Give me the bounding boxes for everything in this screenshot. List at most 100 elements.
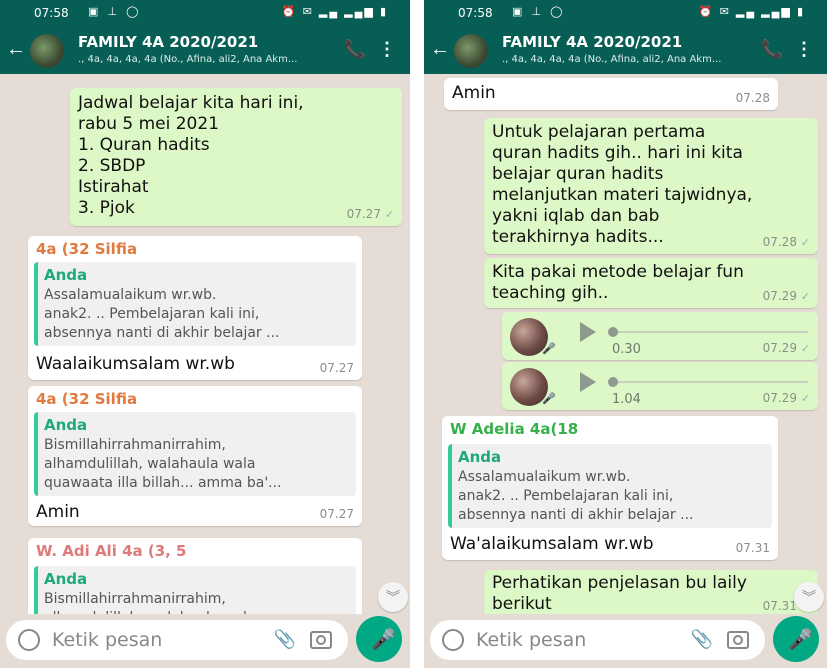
quoted-message[interactable]: Anda Assalamualaikum wr.wb. anak2. .. Pe… [448, 444, 772, 528]
quoted-text: Assalamualaikum wr.wb. anak2. .. Pembela… [44, 287, 280, 341]
status-bar: 07:58 ▣ ⊥ ◯ ⏰ ✉ ▂▄ ▂▄▆ ▮ [0, 0, 410, 26]
message-input-bar[interactable]: Ketik pesan 📎 [430, 620, 765, 660]
message-time: 07.29 ✓ [762, 391, 810, 405]
quoted-text: Bismillahirrahmanirrahim, alhamdulillah,… [44, 437, 282, 491]
back-arrow-icon[interactable]: ← [6, 38, 26, 61]
outgoing-message[interactable]: Untuk pelajaran pertama quran hadits gih… [484, 118, 818, 254]
message-text: Perhatikan penjelasan bu laily berikut [492, 573, 747, 614]
message-time: 07.29 ✓ [762, 341, 810, 355]
scroll-down-icon[interactable]: ︾ [794, 582, 824, 612]
play-icon[interactable] [580, 372, 596, 392]
voice-progress-handle[interactable] [608, 377, 618, 387]
status-time: 07:58 [34, 6, 69, 20]
camera-icon[interactable] [727, 631, 749, 649]
voice-record-button[interactable]: 🎤 [773, 616, 819, 662]
reply-text: Amin [36, 502, 80, 522]
chat-area[interactable]: Jadwal belajar kita hari ini, rabu 5 mei… [0, 74, 410, 614]
quoted-text: Bismillahirrahmanirrahim, alhamdulillah,… [44, 591, 255, 614]
status-time: 07:58 [458, 6, 493, 20]
group-title[interactable]: FAMILY 4A 2020/2021 [502, 33, 682, 51]
sender-name[interactable]: 4a (32 Silfia [36, 240, 137, 258]
message-text: Jadwal belajar kita hari ini, rabu 5 mei… [78, 93, 304, 218]
incoming-reply-message[interactable]: 4a (32 Silfia Anda Assalamualaikum wr.wb… [28, 236, 362, 380]
status-notification-icons: ▣ ⊥ ◯ [88, 6, 142, 18]
microphone-icon: 🎤 [542, 392, 556, 405]
voice-progress-track[interactable] [612, 381, 808, 383]
add-call-icon[interactable]: 📞 [761, 39, 783, 60]
double-check-icon: ✓ [384, 208, 394, 221]
back-arrow-icon[interactable]: ← [430, 38, 450, 61]
message-time: 07.27 [319, 507, 354, 521]
double-check-icon: ✓ [800, 392, 810, 405]
more-options-icon[interactable]: ⋮ [795, 39, 813, 60]
reply-text: Wa'alaikumsalam wr.wb [450, 534, 654, 554]
camera-icon[interactable] [310, 631, 332, 649]
right-phone-screen: 07:58 ▣ ⊥ ◯ ⏰ ✉ ▂▄ ▂▄▆ ▮ ← FAMILY 4A 202… [424, 0, 827, 668]
status-notification-icons: ▣ ⊥ ◯ [512, 6, 566, 18]
voice-duration: 1.04 [612, 392, 641, 407]
message-text: Kita pakai metode belajar fun teaching g… [492, 262, 744, 303]
status-system-icons: ⏰ ✉ ▂▄ ▂▄▆ ▮ [281, 6, 388, 18]
chat-header: ← FAMILY 4A 2020/2021 ., 4a, 4a, 4a, 4a … [424, 26, 827, 74]
voice-message[interactable]: 🎤 0.30 07.29 ✓ [502, 312, 818, 360]
reply-text: Waalaikumsalam wr.wb [36, 354, 235, 374]
message-time: 07.27 [319, 361, 354, 375]
microphone-icon: 🎤 [542, 342, 556, 355]
sender-name[interactable]: W. Adi Ali 4a (3, 5 [36, 542, 187, 560]
voice-progress-track[interactable] [612, 331, 808, 333]
message-time: 07.28 ✓ [762, 235, 810, 249]
more-options-icon[interactable]: ⋮ [378, 39, 396, 60]
emoji-icon[interactable] [18, 629, 40, 651]
quoted-sender: Anda [458, 448, 502, 466]
chat-header: ← FAMILY 4A 2020/2021 ., 4a, 4a, 4a, 4a … [0, 26, 410, 74]
quoted-sender: Anda [44, 570, 88, 588]
status-system-icons: ⏰ ✉ ▂▄ ▂▄▆ ▮ [698, 6, 805, 18]
sender-name[interactable]: 4a (32 Silfia [36, 390, 137, 408]
attach-icon[interactable]: 📎 [274, 629, 296, 650]
outgoing-message[interactable]: Perhatikan penjelasan bu laily berikut 0… [484, 570, 818, 614]
group-members[interactable]: ., 4a, 4a, 4a, 4a (No., Afina, ali2, Ana… [502, 54, 742, 65]
double-check-icon: ✓ [800, 290, 810, 303]
quoted-message[interactable]: Anda Bismillahirrahmanirrahim, alhamduli… [34, 412, 356, 496]
chat-area[interactable]: Amin 07.28 Untuk pelajaran pertama quran… [424, 74, 827, 614]
message-time: 07.31 [735, 541, 770, 555]
incoming-reply-message[interactable]: 4a (32 Silfia Anda Bismillahirrahmanirra… [28, 386, 362, 526]
voice-message[interactable]: 🎤 1.04 07.29 ✓ [502, 362, 818, 410]
message-time: 07.28 [735, 91, 770, 105]
play-icon[interactable] [580, 322, 596, 342]
voice-progress-handle[interactable] [608, 327, 618, 337]
voice-duration: 0.30 [612, 342, 641, 357]
add-call-icon[interactable]: 📞 [344, 39, 366, 60]
quoted-text: Assalamualaikum wr.wb. anak2. .. Pembela… [458, 469, 694, 523]
message-input[interactable]: Ketik pesan [476, 629, 586, 651]
microphone-icon: 🎤 [371, 629, 396, 651]
message-time: 07.29 ✓ [762, 289, 810, 303]
incoming-message[interactable]: Amin 07.28 [444, 78, 778, 110]
incoming-reply-message[interactable]: W. Adi Ali 4a (3, 5 Anda Bismillahirrahm… [28, 538, 362, 614]
microphone-icon: 🎤 [788, 629, 813, 651]
double-check-icon: ✓ [800, 236, 810, 249]
quoted-sender: Anda [44, 266, 88, 284]
emoji-icon[interactable] [442, 629, 464, 651]
attach-icon[interactable]: 📎 [691, 629, 713, 650]
message-input[interactable]: Ketik pesan [52, 629, 162, 651]
scroll-down-icon[interactable]: ︾ [378, 582, 408, 612]
double-check-icon: ✓ [800, 342, 810, 355]
quoted-message[interactable]: Anda Assalamualaikum wr.wb. anak2. .. Pe… [34, 262, 356, 346]
incoming-reply-message[interactable]: W Adelia 4a(18 Anda Assalamualaikum wr.w… [442, 416, 778, 560]
left-phone-screen: 07:58 ▣ ⊥ ◯ ⏰ ✉ ▂▄ ▂▄▆ ▮ ← FAMILY 4A 202… [0, 0, 410, 668]
group-title[interactable]: FAMILY 4A 2020/2021 [78, 33, 258, 51]
message-text: Untuk pelajaran pertama quran hadits gih… [492, 122, 753, 247]
sender-name[interactable]: W Adelia 4a(18 [450, 420, 578, 438]
group-avatar[interactable] [30, 34, 64, 68]
status-bar: 07:58 ▣ ⊥ ◯ ⏰ ✉ ▂▄ ▂▄▆ ▮ [424, 0, 827, 26]
group-avatar[interactable] [454, 34, 488, 68]
quoted-message[interactable]: Anda Bismillahirrahmanirrahim, alhamduli… [34, 566, 356, 614]
message-text: Amin [452, 83, 496, 103]
group-members[interactable]: ., 4a, 4a, 4a, 4a (No., Afina, ali2, Ana… [78, 54, 318, 65]
message-time: 07.27 ✓ [346, 207, 394, 221]
message-input-bar[interactable]: Ketik pesan 📎 [6, 620, 348, 660]
outgoing-message[interactable]: Jadwal belajar kita hari ini, rabu 5 mei… [70, 88, 402, 226]
voice-record-button[interactable]: 🎤 [356, 616, 402, 662]
outgoing-message[interactable]: Kita pakai metode belajar fun teaching g… [484, 258, 818, 308]
